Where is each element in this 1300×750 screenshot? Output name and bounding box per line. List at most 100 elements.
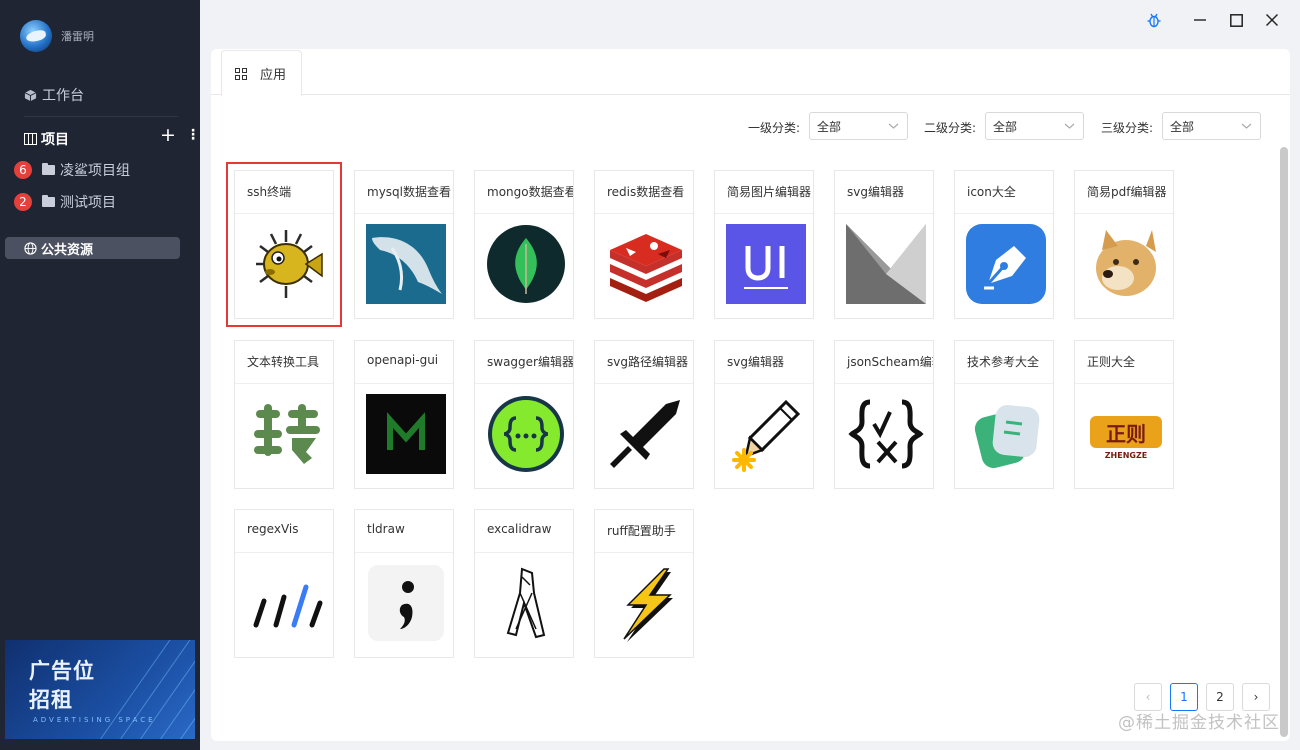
app-card-icon-collection[interactable]: icon大全: [954, 170, 1054, 319]
divider: [24, 116, 178, 117]
app-card-title: svg路径编辑器: [595, 341, 693, 384]
app-card-pdf-editor[interactable]: 简易pdf编辑器: [1074, 170, 1174, 319]
app-card-svg-editor-2[interactable]: svg编辑器: [714, 340, 814, 489]
app-card-title: jsonScheam编辑器: [835, 341, 933, 384]
app-card-image-editor[interactable]: 简易图片编辑器: [714, 170, 814, 319]
ad-banner[interactable]: 广告位 招租 ADVERTISING SPACE: [5, 640, 195, 739]
maximize-icon: [1229, 13, 1243, 27]
ui-icon: [726, 224, 806, 304]
public-resources-label: 公共资源: [41, 242, 94, 258]
filter-select-level3[interactable]: 全部: [1162, 112, 1261, 140]
app-card-title: tldraw: [355, 510, 453, 553]
avatar[interactable]: [20, 20, 52, 52]
app-card-title: svg编辑器: [835, 171, 933, 214]
app-card-regex-collection[interactable]: 正则大全 正则 ZHENGZE: [1074, 340, 1174, 489]
pen-nib-icon: [966, 224, 1046, 304]
app-card-svg-path-editor[interactable]: svg路径编辑器: [594, 340, 694, 489]
excalidraw-icon: [486, 563, 566, 643]
m-letter-icon: [366, 394, 446, 474]
page-number: 2: [1216, 690, 1224, 704]
ad-title: 招租: [29, 688, 73, 712]
pagination-page-1[interactable]: 1: [1170, 683, 1198, 711]
nav-workbench[interactable]: 工作台: [24, 85, 84, 105]
main-panel: 应用 一级分类: 全部 二级分类: 全部 三级分类: 全部 ssh终端 mysq…: [211, 49, 1290, 741]
debug-button[interactable]: [1140, 6, 1168, 34]
pagination-next[interactable]: ›: [1242, 683, 1270, 711]
close-icon: [1266, 14, 1278, 26]
app-card-title: regexVis: [235, 510, 333, 553]
select-value: 全部: [817, 119, 842, 134]
app-card-svg-editor[interactable]: svg编辑器: [834, 170, 934, 319]
app-card-title: mysql数据查看: [355, 171, 453, 214]
project-item[interactable]: 6 凌鲨项目组: [14, 160, 130, 180]
app-card-title: 正则大全: [1075, 341, 1173, 384]
app-card-swagger[interactable]: swagger编辑器: [474, 340, 574, 489]
json-braces-icon: [846, 394, 926, 474]
projects-header: 项目 + ⋮: [24, 124, 200, 149]
app-card-title: redis数据查看: [595, 171, 693, 214]
cube-icon: [24, 89, 37, 101]
app-card-text-converter[interactable]: 文本转换工具: [234, 340, 334, 489]
watermark: @稀土掘金技术社区: [1118, 713, 1280, 733]
lightning-icon: [606, 563, 686, 643]
tab-label: 应用: [260, 68, 287, 83]
app-card-tldraw[interactable]: tldraw: [354, 509, 454, 658]
tldraw-icon: [366, 563, 446, 643]
page-number: 1: [1180, 690, 1188, 704]
regex-slashes-icon: [246, 563, 326, 643]
sidebar: 潘雷明 工作台 项目 + ⋮ 6 凌鲨项目组 2 测试项目 公共资源 广告位 招…: [0, 0, 200, 750]
tab-apps[interactable]: 应用: [221, 50, 302, 96]
svg-shape-icon: [846, 224, 926, 304]
zhuan-char-icon: [246, 394, 326, 474]
app-card-ssh[interactable]: ssh终端: [226, 162, 342, 327]
svg-text:正则: 正则: [1106, 422, 1146, 446]
user-profile[interactable]: 潘雷明: [20, 20, 94, 52]
app-card-title: mongo数据查看: [475, 171, 573, 214]
close-button[interactable]: [1258, 6, 1286, 34]
chevron-down-icon: [1064, 123, 1075, 129]
app-card-title: swagger编辑器: [475, 341, 573, 384]
pagination-page-2[interactable]: 2: [1206, 683, 1234, 711]
filter-select-level1[interactable]: 全部: [809, 112, 908, 140]
app-card-redis[interactable]: redis数据查看: [594, 170, 694, 319]
scrollbar[interactable]: [1280, 147, 1288, 737]
redis-icon: [606, 224, 686, 304]
doge-icon: [1086, 224, 1166, 304]
chevron-down-icon: [1241, 123, 1252, 129]
project-label: 测试项目: [60, 195, 116, 211]
more-options-icon[interactable]: ⋮: [186, 127, 200, 143]
app-card-title: icon大全: [955, 171, 1053, 214]
folder-icon: [42, 163, 55, 175]
pencil-icon: [726, 394, 806, 474]
ad-title: 广告位: [29, 659, 95, 683]
app-card-jsonscheam[interactable]: jsonScheam编辑器: [834, 340, 934, 489]
ad-subtitle: ADVERTISING SPACE: [33, 716, 156, 724]
project-label: 凌鲨项目组: [60, 163, 130, 179]
pufferfish-icon: [246, 224, 326, 304]
project-item[interactable]: 2 测试项目: [14, 192, 116, 212]
maximize-button[interactable]: [1222, 6, 1250, 34]
app-card-mongo[interactable]: mongo数据查看: [474, 170, 574, 319]
app-card-openapi-gui[interactable]: openapi-gui: [354, 340, 454, 489]
app-card-mysql[interactable]: mysql数据查看: [354, 170, 454, 319]
minimize-button[interactable]: [1186, 6, 1214, 34]
nav-public-resources[interactable]: 公共资源: [5, 237, 180, 259]
app-card-excalidraw[interactable]: excalidraw: [474, 509, 574, 658]
pagination-prev[interactable]: ‹: [1134, 683, 1162, 711]
app-card-tech-reference[interactable]: 技术参考大全: [954, 340, 1054, 489]
sword-icon: [606, 394, 686, 474]
grid-icon: [235, 67, 247, 80]
filter-label-level2: 二级分类:: [924, 121, 977, 135]
mysql-dolphin-icon: [366, 224, 446, 304]
app-card-title: ssh终端: [235, 171, 333, 214]
app-card-ruff-config[interactable]: ruff配置助手: [594, 509, 694, 658]
docs-icon: [966, 394, 1046, 474]
app-card-title: excalidraw: [475, 510, 573, 553]
app-card-title: ruff配置助手: [595, 510, 693, 553]
project-board-icon: [24, 133, 37, 145]
app-card-title: 简易图片编辑器: [715, 171, 813, 214]
add-project-button[interactable]: +: [160, 124, 176, 146]
app-card-regexvis[interactable]: regexVis: [234, 509, 334, 658]
filter-select-level2[interactable]: 全部: [985, 112, 1084, 140]
unread-badge: 2: [14, 193, 32, 211]
